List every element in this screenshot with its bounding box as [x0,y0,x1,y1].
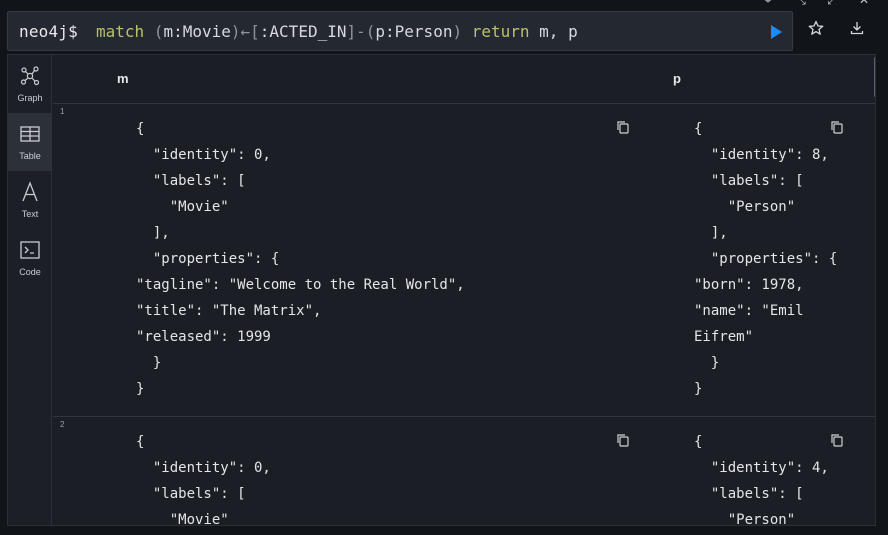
result-frame: Graph Table Text Code m p 1 {"identity"… [7,54,876,526]
close-icon[interactable]: ✕ [858,0,870,6]
pin-icon[interactable]: ⌖ [762,0,774,6]
table-cell-m[interactable]: { "identity": 0, "labels": [ "Movie" [136,429,271,525]
header-divider [53,103,875,104]
query-keyword-return: return [471,22,530,41]
query-text[interactable]: match (m:Movie)←[:ACTED_IN]-(p:Person) r… [96,22,578,41]
play-icon[interactable] [768,24,784,40]
query-punct: ) [452,22,463,41]
nav-graph-label: Graph [17,93,43,103]
nav-graph[interactable]: Graph [8,55,52,113]
query-return-vars: m, p [529,22,578,41]
nav-code[interactable]: Code [8,229,52,287]
row-divider [53,416,875,417]
vertical-scrollbar[interactable] [874,57,875,97]
query-punct: )←[ [230,22,260,41]
code-icon [20,241,40,259]
download-icon[interactable] [849,20,865,36]
table-cell-p[interactable]: { "identity": 4, "labels": [ "Person" [694,429,829,525]
nav-table[interactable]: Table [8,113,52,171]
row-number: 1 [60,107,65,116]
column-header-m: m [117,71,129,86]
copy-icon[interactable] [616,120,630,134]
fullscreen-icon[interactable]: ⤢ [826,0,838,6]
column-header-p: p [673,71,681,86]
table-cell-m[interactable]: { "identity": 0, "labels": [ "Movie" ], … [136,116,465,402]
nav-text[interactable]: Text [8,171,52,229]
view-sidenav: Graph Table Text Code [8,55,52,525]
query-node-movie: m:Movie [163,22,231,41]
result-table: m p 1 { "identity": 0, "labels": [ "Movi… [53,55,875,525]
text-icon [22,181,38,202]
query-punct: ]-( [346,22,376,41]
table-cell-p[interactable]: { "identity": 8, "labels": [ "Person" ],… [694,116,837,402]
query-node-person: p:Person [375,22,453,41]
graph-icon [20,66,40,86]
copy-icon[interactable] [830,120,844,134]
query-relationship: :ACTED_IN [259,22,347,41]
editor-prompt: neo4j$ [19,22,78,41]
nav-table-label: Table [19,151,41,161]
collapse-icon[interactable]: ⤡ [795,0,807,6]
query-editor[interactable]: neo4j$ match (m:Movie)←[:ACTED_IN]-(p:Pe… [7,11,793,51]
query-keyword-match: match [96,22,145,41]
copy-icon[interactable] [830,433,844,447]
nav-text-label: Text [21,209,39,219]
nav-code-label: Code [19,267,41,277]
query-punct: ( [144,22,164,41]
row-number: 2 [60,420,65,429]
table-icon [20,126,40,142]
copy-icon[interactable] [616,433,630,447]
star-icon[interactable] [808,20,824,36]
